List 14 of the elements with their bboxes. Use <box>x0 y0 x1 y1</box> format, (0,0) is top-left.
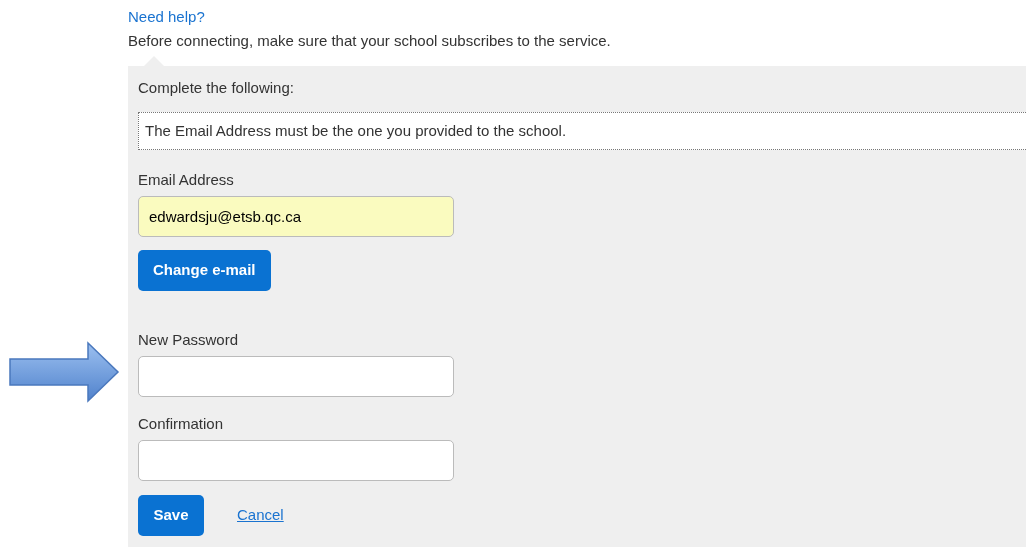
password-field[interactable] <box>138 440 454 481</box>
field-label: Confirmation <box>138 414 225 434</box>
notice-box: The Email Address must be the one you provided to the school. <box>138 112 1026 150</box>
intro-text: Before connecting, make sure that your school subscribes to the service. <box>128 31 612 51</box>
field-label: New Password <box>138 330 240 350</box>
field-label: Email Address <box>138 170 235 190</box>
arrow-icon <box>8 341 120 403</box>
help-link[interactable]: Need help? <box>128 7 1026 27</box>
cancel-link[interactable]: Cancel <box>237 504 284 527</box>
panel-heading: Complete the following: <box>138 78 295 98</box>
password-field[interactable] <box>138 356 454 397</box>
change-email-button[interactable]: Change e-mail <box>138 250 271 291</box>
save-button[interactable]: Save <box>138 495 204 536</box>
email-field[interactable]: edwardsju@etsb.qc.ca <box>138 196 454 237</box>
